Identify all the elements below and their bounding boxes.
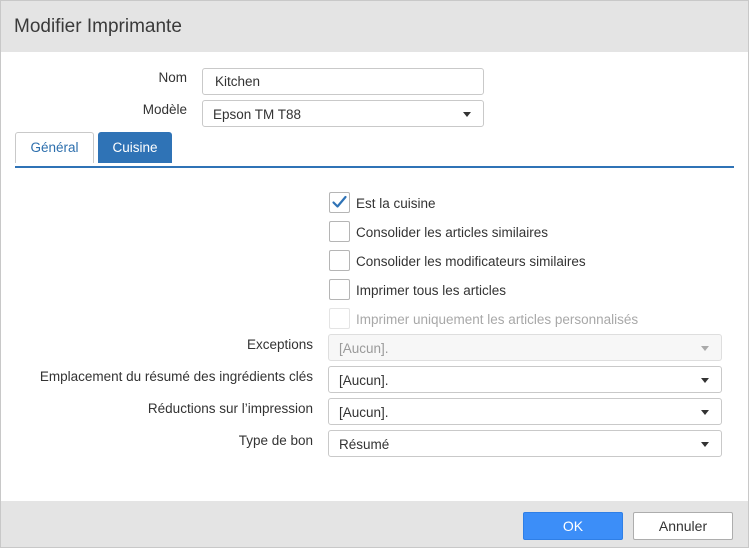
cancel-button[interactable]: Annuler bbox=[633, 512, 733, 540]
tab-general[interactable]: Général bbox=[15, 132, 94, 163]
edit-printer-dialog: Modifier Imprimante Nom Modèle Epson TM … bbox=[0, 0, 749, 548]
nom-input[interactable] bbox=[202, 68, 484, 95]
title-bar: Modifier Imprimante bbox=[1, 1, 748, 52]
emplacement-value: [Aucun]. bbox=[339, 373, 389, 388]
type-bon-select[interactable]: Résumé bbox=[328, 430, 722, 457]
tab-underline bbox=[15, 166, 734, 168]
modele-select[interactable]: Epson TM T88 bbox=[202, 100, 484, 127]
checkbox-consolider-modificateurs[interactable] bbox=[329, 250, 350, 271]
modele-label: Modèle bbox=[142, 102, 187, 117]
exceptions-value: [Aucun]. bbox=[339, 341, 389, 356]
reductions-select[interactable]: [Aucun]. bbox=[328, 398, 722, 425]
modele-value: Epson TM T88 bbox=[213, 107, 302, 122]
nom-label: Nom bbox=[158, 70, 187, 85]
ok-button[interactable]: OK bbox=[523, 512, 623, 540]
checkbox-imprimer-tous[interactable] bbox=[329, 279, 350, 300]
dialog-title: Modifier Imprimante bbox=[14, 16, 182, 37]
type-bon-label: Type de bon bbox=[238, 433, 313, 448]
checkbox-label: Imprimer uniquement les articles personn… bbox=[356, 312, 639, 327]
reductions-label: Réductions sur l’impression bbox=[147, 401, 313, 416]
type-bon-value: Résumé bbox=[339, 437, 390, 452]
checkmark-icon bbox=[332, 195, 347, 208]
chevron-down-icon bbox=[701, 410, 709, 415]
checkbox-imprimer-personnalises bbox=[329, 308, 350, 329]
checkbox-label: Imprimer tous les articles bbox=[356, 283, 507, 298]
checkbox-consolider-articles[interactable] bbox=[329, 221, 350, 242]
emplacement-select[interactable]: [Aucun]. bbox=[328, 366, 722, 393]
checkbox-label: Consolider les articles similaires bbox=[356, 225, 549, 240]
chevron-down-icon bbox=[701, 442, 709, 447]
checkbox-label: Est la cuisine bbox=[356, 196, 436, 211]
exceptions-label: Exceptions bbox=[246, 337, 313, 352]
chevron-down-icon bbox=[701, 346, 709, 351]
reductions-value: [Aucun]. bbox=[339, 405, 389, 420]
chevron-down-icon bbox=[701, 378, 709, 383]
checkbox-est-la-cuisine[interactable] bbox=[329, 192, 350, 213]
chevron-down-icon bbox=[463, 112, 471, 117]
emplacement-label: Emplacement du résumé des ingrédients cl… bbox=[39, 369, 313, 384]
exceptions-select: [Aucun]. bbox=[328, 334, 722, 361]
tab-cuisine[interactable]: Cuisine bbox=[98, 132, 172, 163]
checkbox-label: Consolider les modificateurs similaires bbox=[356, 254, 586, 269]
